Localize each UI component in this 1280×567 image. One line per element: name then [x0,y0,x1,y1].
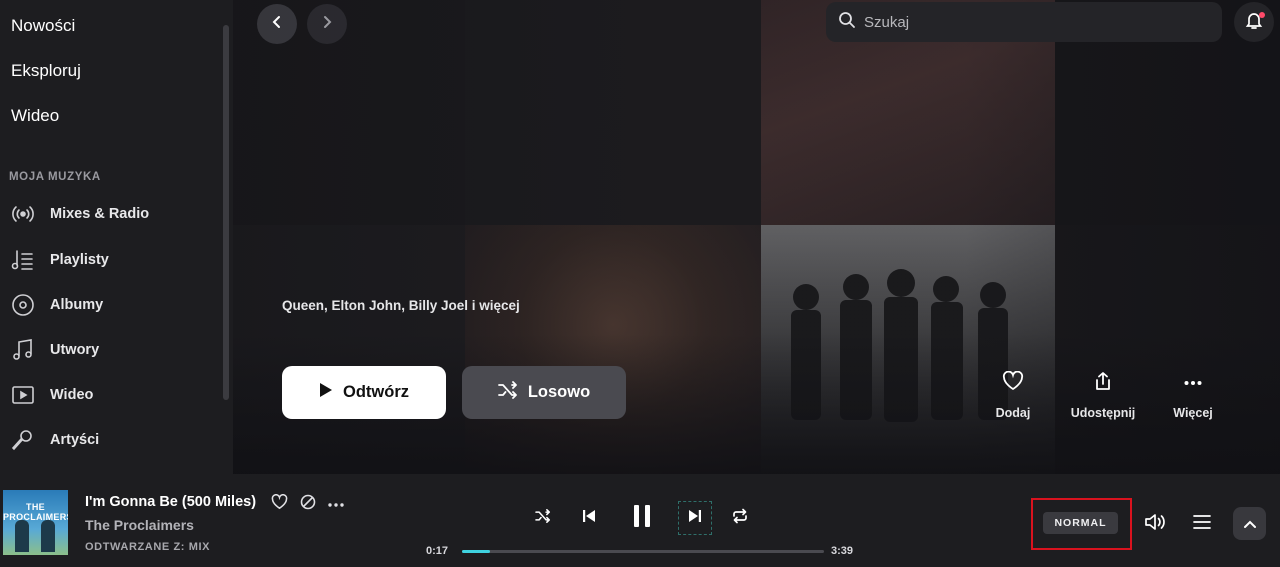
share-label: Udostępnij [1070,406,1136,420]
play-button-label: Odtwórz [343,383,409,401]
sidebar-item-label: Albumy [50,297,104,313]
repeat-icon [732,508,748,529]
chevron-right-icon [320,15,334,34]
sidebar-item-news[interactable]: Nowości [11,16,75,36]
playing-from[interactable]: ODTWARZANE Z: MIX [85,541,210,553]
heart-icon [1002,370,1024,396]
total-duration: 3:39 [831,545,854,557]
add-label: Dodaj [995,406,1031,420]
sidebar-item-tracks[interactable]: Utwory [10,335,210,365]
progress-bar[interactable] [462,550,824,553]
block-track-button[interactable] [296,492,320,516]
more-button[interactable]: Więcej [1148,371,1238,420]
player-bar: THE PROCLAIMERS I'm Gonna Be (500 Miles)… [0,474,1280,567]
pause-button[interactable] [625,501,659,535]
radio-icon [10,201,36,227]
cover-figure [15,520,29,552]
album-cover[interactable]: THE PROCLAIMERS [3,490,68,555]
queue-button[interactable] [1187,509,1217,539]
cover-figure [41,520,55,552]
volume-button[interactable] [1140,509,1170,539]
pause-icon [632,504,652,533]
share-icon [1093,371,1113,396]
heart-icon [271,493,288,515]
forward-button[interactable] [307,4,347,44]
track-artist[interactable]: The Proclaimers [85,517,194,533]
sidebar-item-artists[interactable]: Artyści [10,425,210,455]
sidebar-item-explore[interactable]: Eksploruj [11,61,81,81]
progress-fill [462,550,491,553]
shuffle-button-label: Losowo [527,383,591,401]
expand-player-button[interactable] [1233,507,1266,540]
skip-next-icon [688,509,702,528]
shuffle-icon [535,508,551,528]
shuffle-button[interactable] [526,501,560,535]
sidebar-item-playlists[interactable]: Playlisty [10,245,210,275]
hero-artists: Queen, Elton John, Billy Joel i więcej [282,298,520,313]
elapsed-time: 0:17 [426,545,449,557]
chevron-up-icon [1243,515,1256,533]
block-icon [300,494,316,515]
music-note-icon [10,337,36,363]
more-dots-icon [327,495,345,513]
skip-previous-icon [582,509,596,528]
play-icon [319,382,343,403]
previous-button[interactable] [572,501,606,535]
chevron-left-icon [270,15,284,34]
video-icon [10,382,36,408]
sidebar: Nowości Eksploruj Wideo MOJA MUZYKA Mixe… [0,0,233,474]
sidebar-item-label: Utwory [50,342,100,358]
shuffle-play-button[interactable]: Losowo [462,366,626,419]
sidebar-scrollbar[interactable] [223,25,229,400]
track-title[interactable]: I'm Gonna Be (500 Miles) [85,494,256,510]
back-button[interactable] [257,4,297,44]
playlist-icon [10,247,36,273]
add-to-collection-button[interactable]: Dodaj [968,370,1058,420]
share-button[interactable]: Udostępnij [1058,371,1148,420]
sidebar-item-label: Artyści [50,432,100,448]
menu-lines-icon [1193,514,1211,534]
sidebar-item-albums[interactable]: Albumy [10,290,210,320]
microphone-icon [10,427,36,453]
notifications-button[interactable] [1234,2,1274,42]
search-bar[interactable] [826,2,1222,42]
section-label-my-music: MOJA MUZYKA [9,171,101,183]
album-icon [10,292,36,318]
notification-badge [1259,12,1265,18]
repeat-button[interactable] [723,501,757,535]
sidebar-item-video[interactable]: Wideo [10,380,210,410]
sidebar-item-video-main[interactable]: Wideo [11,106,59,126]
next-button[interactable] [678,501,712,535]
more-label: Więcej [1173,406,1213,420]
track-more-button[interactable] [324,492,348,516]
play-button[interactable]: Odtwórz [282,366,446,419]
volume-icon [1144,512,1166,537]
sidebar-item-label: Mixes & Radio [50,206,150,222]
favorite-track-button[interactable] [267,492,291,516]
quality-badge[interactable]: NORMAL [1043,512,1118,534]
sidebar-item-mixes-radio[interactable]: Mixes & Radio [10,199,210,229]
search-input[interactable] [864,13,1184,31]
shuffle-icon [497,381,528,404]
sidebar-item-label: Wideo [50,387,94,403]
search-icon [838,11,856,34]
sidebar-item-label: Playlisty [50,252,109,268]
cover-text: THE PROCLAIMERS [3,502,68,522]
more-dots-icon [1183,371,1203,396]
